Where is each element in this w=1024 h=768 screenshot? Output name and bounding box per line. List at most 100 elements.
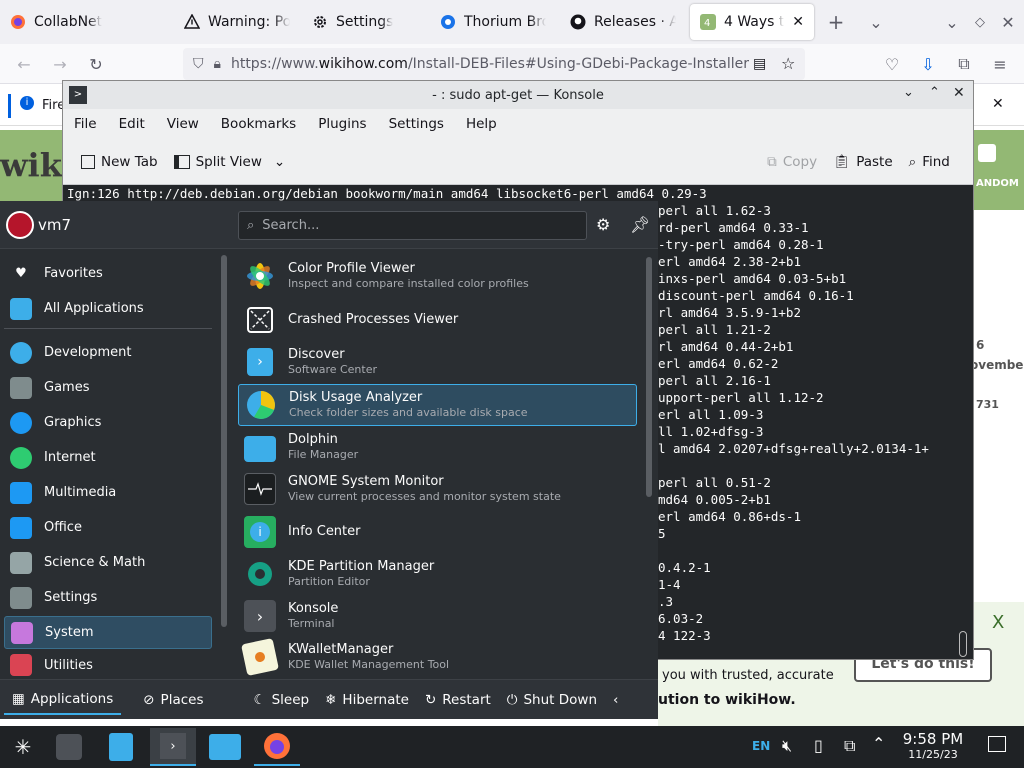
pocket-button[interactable]: ♡ bbox=[876, 48, 908, 80]
clock[interactable]: 9:58 PM 11/25/23 bbox=[898, 730, 968, 761]
clipboard-icon[interactable]: ⧉ bbox=[844, 736, 855, 756]
close-button[interactable]: ✕ bbox=[953, 85, 965, 101]
new-tab-button[interactable]: + bbox=[820, 6, 852, 38]
app-list-scrollbar[interactable] bbox=[646, 257, 652, 497]
menu-settings[interactable]: Settings bbox=[378, 116, 455, 132]
menu-view[interactable]: View bbox=[156, 116, 210, 132]
pin-icon[interactable]: 📌︎ bbox=[630, 215, 650, 234]
more-button[interactable]: ‹ bbox=[605, 685, 626, 715]
sleep-button[interactable]: ☾ Sleep bbox=[245, 685, 317, 715]
category-graphics[interactable]: Graphics bbox=[4, 406, 212, 439]
application-launcher-button[interactable]: ✳︎ bbox=[0, 728, 46, 766]
extensions-button[interactable]: ⧉ bbox=[948, 48, 980, 80]
close-tab-icon[interactable]: ✕ bbox=[792, 14, 804, 30]
category-utilities[interactable]: Utilities bbox=[4, 651, 212, 679]
app-kwalletmanager[interactable]: KWalletManager KDE Wallet Management Tool bbox=[238, 637, 637, 677]
application-launcher: vm7 ⌕ Search... ⚙︎ 📌︎ ♥ Favorites All App… bbox=[0, 201, 658, 719]
side-text: ovember bbox=[970, 358, 1024, 372]
find-button[interactable]: ⌕ Find bbox=[901, 147, 958, 177]
paste-button[interactable]: 📋︎ Paste bbox=[825, 147, 901, 177]
back-button[interactable]: ← bbox=[8, 48, 40, 80]
menu-file[interactable]: File bbox=[63, 116, 108, 132]
split-view-button[interactable]: Split View ⌄ bbox=[166, 147, 294, 177]
category-scrollbar[interactable] bbox=[221, 255, 227, 627]
task-firefox[interactable] bbox=[254, 728, 300, 766]
search-input[interactable]: ⌕ Search... bbox=[238, 211, 587, 240]
app-description: Software Center bbox=[288, 363, 378, 376]
configure-icon[interactable]: ⚙︎ bbox=[596, 215, 610, 234]
places-tab[interactable]: ⊘ Places bbox=[135, 685, 211, 715]
task-dolphin[interactable] bbox=[202, 728, 248, 766]
restart-button[interactable]: ↻ Restart bbox=[417, 685, 499, 715]
new-tab-button[interactable]: New Tab bbox=[73, 147, 166, 177]
close-window-button[interactable]: ✕ bbox=[992, 6, 1024, 38]
menu-plugins[interactable]: Plugins bbox=[307, 116, 377, 132]
category-label: All Applications bbox=[44, 301, 144, 316]
shutdown-button[interactable]: ⏻ Shut Down bbox=[499, 685, 605, 715]
category-all-applications[interactable]: All Applications bbox=[4, 292, 212, 325]
forward-button[interactable]: → bbox=[44, 48, 76, 80]
list-tabs-button[interactable]: ⌄ bbox=[860, 6, 892, 38]
category-development[interactable]: Development bbox=[4, 336, 212, 369]
app-crashed-processes-viewer[interactable]: Crashed Processes Viewer bbox=[238, 299, 637, 341]
app-color-profile-viewer[interactable]: Color Profile Viewer Inspect and compare … bbox=[238, 255, 637, 297]
app-dolphin[interactable]: Dolphin File Manager bbox=[238, 426, 637, 468]
applications-tab[interactable]: ▦ Applications bbox=[4, 685, 122, 715]
menu-bookmarks[interactable]: Bookmarks bbox=[210, 116, 307, 132]
app-description: KDE Wallet Management Tool bbox=[288, 658, 450, 671]
tab-wikihow[interactable]: 4 4 Ways to In ✕ bbox=[690, 4, 814, 40]
reload-button[interactable]: ↻ bbox=[80, 48, 112, 80]
menu-edit[interactable]: Edit bbox=[108, 116, 156, 132]
copy-button[interactable]: ⧉ Copy bbox=[759, 147, 825, 177]
battery-icon[interactable]: ▯ bbox=[814, 736, 823, 755]
category-system[interactable]: System bbox=[4, 616, 212, 649]
app-menu-button[interactable]: ≡ bbox=[984, 48, 1016, 80]
category-label: Internet bbox=[44, 450, 96, 465]
avatar[interactable] bbox=[6, 211, 34, 239]
minimize-button[interactable]: ⌄ bbox=[903, 85, 914, 100]
url-bar[interactable]: ⛉ 🔒︎ https://www.wikihow.com/Install-DEB… bbox=[183, 48, 805, 80]
hibernate-button[interactable]: ❄ Hibernate bbox=[317, 685, 417, 715]
task-konsole[interactable]: › bbox=[150, 728, 196, 766]
pocket-icon: ♡ bbox=[884, 54, 900, 74]
konsole-titlebar[interactable]: > - : sudo apt-get — Konsole ⌄ ⌃ ✕ bbox=[63, 81, 973, 109]
browser-tab-bar: CollabNet Warning: Pote Settings Thorium… bbox=[0, 0, 1024, 44]
show-desktop-icon[interactable] bbox=[988, 736, 1006, 752]
volume-muted-icon[interactable]: 🔇︎ bbox=[782, 736, 792, 756]
category-games[interactable]: Games bbox=[4, 371, 212, 404]
random-label[interactable]: ANDOM bbox=[976, 178, 1019, 189]
app-disk-usage-analyzer[interactable]: Disk Usage Analyzer Check folder sizes an… bbox=[238, 384, 637, 426]
terminal-line: 1-4 bbox=[658, 577, 681, 592]
app-gnome-system-monitor[interactable]: GNOME System Monitor View current process… bbox=[238, 468, 637, 510]
terminal-scrollbar[interactable] bbox=[959, 631, 967, 657]
tab-settings[interactable]: Settings bbox=[302, 4, 428, 40]
app-kde-partition-manager[interactable]: KDE Partition Manager Partition Editor bbox=[238, 553, 637, 595]
category-favorites[interactable]: ♥ Favorites bbox=[4, 257, 212, 290]
category-internet[interactable]: Internet bbox=[4, 441, 212, 474]
tab-thorium[interactable]: Thorium Brow bbox=[430, 4, 556, 40]
category-multimedia[interactable]: Multimedia bbox=[4, 476, 212, 509]
category-label: Utilities bbox=[44, 657, 93, 673]
menu-help[interactable]: Help bbox=[455, 116, 508, 132]
tab-releases[interactable]: Releases · Ale bbox=[560, 4, 686, 40]
app-info-center[interactable]: i Info Center bbox=[238, 511, 637, 553]
tab-collabnet[interactable]: CollabNet bbox=[0, 4, 170, 40]
close-notification-icon[interactable]: ✕ bbox=[992, 96, 1004, 112]
close-promo-icon[interactable]: X bbox=[992, 612, 1004, 633]
chevron-up-icon[interactable]: ⌃ bbox=[872, 734, 885, 753]
tab-warning[interactable]: Warning: Pote bbox=[174, 4, 300, 40]
reader-view-icon[interactable]: ▤ bbox=[753, 56, 766, 72]
bookmark-star-icon[interactable]: ☆ bbox=[781, 54, 795, 73]
task-discover[interactable] bbox=[98, 728, 144, 766]
keyboard-layout[interactable]: EN bbox=[752, 739, 770, 753]
find-label: Find bbox=[922, 153, 950, 170]
downloads-button[interactable]: ⇩ bbox=[912, 48, 944, 80]
maximize-button[interactable]: ⌃ bbox=[929, 85, 940, 100]
category-settings[interactable]: Settings bbox=[4, 581, 212, 614]
graphics-icon bbox=[10, 411, 32, 434]
task-system-settings[interactable] bbox=[46, 728, 92, 766]
category-office[interactable]: Office bbox=[4, 511, 212, 544]
app-discover[interactable]: › Discover Software Center bbox=[238, 341, 637, 383]
category-science-math[interactable]: Science & Math bbox=[4, 546, 212, 579]
app-konsole[interactable]: › Konsole Terminal bbox=[238, 595, 637, 637]
